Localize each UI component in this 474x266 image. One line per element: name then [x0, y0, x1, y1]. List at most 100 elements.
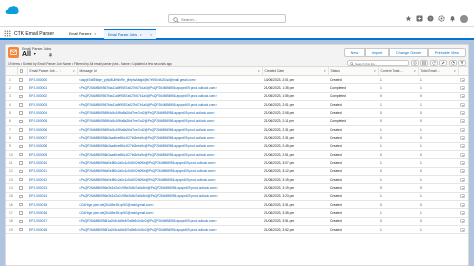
chevron-down-icon[interactable]: ▾ [374, 69, 375, 73]
record-name-link[interactable]: EPJ-000003 [27, 100, 77, 110]
row-actions-menu-icon[interactable] [460, 77, 465, 82]
row-checkbox[interactable] [19, 136, 23, 140]
row-actions-cell[interactable] [458, 158, 468, 168]
row-actions-cell[interactable] [458, 133, 468, 143]
row-actions-menu-icon[interactable] [460, 136, 465, 141]
row-checkbox[interactable] [19, 111, 23, 115]
row-checkbox[interactable] [19, 194, 23, 199]
close-icon[interactable]: × [150, 33, 152, 37]
record-name-link[interactable]: EPJ-000009 [27, 150, 77, 160]
row-select-cell[interactable] [17, 100, 27, 110]
settings-icon[interactable] [438, 15, 445, 22]
chevron-down-icon[interactable]: ▾ [414, 69, 415, 73]
row-actions-cell[interactable] [458, 83, 468, 93]
row-actions-cell[interactable] [458, 217, 468, 226]
change-owner-button[interactable]: Change Owner [388, 48, 429, 57]
filters-button[interactable] [458, 59, 466, 66]
row-select-cell[interactable] [17, 158, 27, 168]
record-name-link[interactable]: EPJ-000000 [27, 75, 77, 85]
record-name-link[interactable]: EPJ-000010 [27, 158, 77, 168]
col-email-parser-job-name[interactable]: Email Parser Job ...↑ ▾ [27, 67, 78, 76]
row-select-cell[interactable] [17, 192, 27, 201]
global-search-input[interactable]: Search... [168, 14, 286, 23]
tab-email-parsers[interactable]: Email Parsers ▾ [65, 29, 101, 39]
row-select-cell[interactable] [17, 150, 27, 160]
avatar[interactable] [460, 14, 468, 23]
row-select-cell[interactable] [17, 117, 27, 126]
app-launcher-icon[interactable] [4, 30, 11, 37]
cloud-logo-icon[interactable] [5, 5, 19, 15]
chevron-down-icon[interactable]: ▾ [258, 69, 259, 73]
row-checkbox[interactable] [19, 169, 23, 174]
row-actions-cell[interactable] [458, 92, 468, 102]
row-actions-menu-icon[interactable] [460, 127, 465, 132]
record-name-link[interactable]: EPJ-000001 [27, 83, 77, 93]
record-name-link[interactable]: EPJ-000004 [27, 108, 77, 118]
record-name-link[interactable]: EPJ-000006 [27, 125, 77, 135]
row-actions-menu-icon[interactable] [460, 185, 465, 190]
import-button[interactable]: Import [364, 48, 390, 57]
row-actions-menu-icon[interactable] [460, 202, 465, 207]
row-actions-cell[interactable] [458, 75, 468, 85]
record-name-link[interactable]: EPJ-000018 [27, 225, 77, 235]
row-select-cell[interactable] [17, 225, 27, 235]
row-actions-cell[interactable] [458, 183, 468, 193]
row-actions-cell[interactable] [458, 125, 468, 135]
help-icon[interactable]: ? [427, 15, 434, 22]
row-actions-cell[interactable] [458, 192, 468, 201]
notifications-icon[interactable] [449, 15, 456, 22]
tab-email-parser-jobs[interactable]: Email Parser Jobs ▾ × [104, 29, 156, 39]
row-actions-menu-icon[interactable] [460, 86, 465, 91]
row-select-cell[interactable] [17, 217, 27, 226]
row-actions-menu-icon[interactable] [460, 152, 465, 157]
row-actions-menu-icon[interactable] [460, 210, 465, 215]
chevron-down-icon[interactable]: ▾ [324, 69, 325, 73]
row-select-cell[interactable] [17, 75, 27, 85]
row-checkbox[interactable] [19, 177, 23, 182]
row-checkbox[interactable] [19, 202, 23, 207]
row-actions-menu-icon[interactable] [460, 161, 465, 165]
edit-list-button[interactable] [439, 59, 447, 66]
pin-icon[interactable] [48, 53, 53, 58]
row-checkbox[interactable] [19, 94, 23, 99]
row-select-cell[interactable] [17, 167, 27, 176]
row-select-cell[interactable] [17, 208, 27, 218]
row-actions-menu-icon[interactable] [460, 177, 465, 182]
row-select-cell[interactable] [17, 183, 27, 193]
row-actions-cell[interactable] [458, 150, 468, 160]
row-actions-menu-icon[interactable] [460, 219, 465, 224]
add-icon[interactable] [416, 15, 423, 22]
row-select-cell[interactable] [17, 142, 27, 151]
col-status[interactable]: Status ▾ [328, 67, 379, 76]
row-actions-menu-icon[interactable] [460, 102, 465, 107]
record-name-link[interactable]: EPJ-000008 [27, 142, 77, 151]
row-checkbox[interactable] [19, 86, 23, 90]
row-checkbox[interactable] [19, 78, 23, 82]
row-actions-cell[interactable] [458, 208, 468, 218]
row-actions-menu-icon[interactable] [460, 169, 465, 174]
row-select-cell[interactable] [17, 133, 27, 143]
new-button[interactable]: New [343, 48, 366, 57]
row-actions-menu-icon[interactable] [460, 227, 465, 232]
row-checkbox[interactable] [19, 211, 23, 215]
row-checkbox[interactable] [19, 119, 23, 124]
col-created-date[interactable]: Created Date ▾ [262, 67, 329, 76]
select-all-checkbox[interactable] [19, 69, 23, 73]
col-total-email[interactable]: Total Email ... ▾ [418, 67, 459, 76]
row-actions-cell[interactable] [458, 225, 468, 235]
row-select-cell[interactable] [17, 108, 27, 118]
record-name-link[interactable]: EPJ-000007 [27, 133, 77, 143]
row-select-cell[interactable] [17, 92, 27, 102]
record-name-link[interactable]: EPJ-000014 [27, 192, 77, 201]
list-view-selector[interactable]: All ▼ [22, 51, 36, 58]
row-select-cell[interactable] [17, 200, 27, 210]
col-current-total[interactable]: Current Total ... ▾ [378, 67, 419, 76]
record-name-link[interactable]: EPJ-000011 [27, 167, 77, 176]
row-checkbox[interactable] [19, 103, 23, 107]
row-checkbox[interactable] [19, 152, 23, 157]
list-view-controls-button[interactable] [410, 59, 419, 66]
chevron-down-icon[interactable]: ▾ [140, 33, 142, 37]
row-actions-menu-icon[interactable] [460, 144, 465, 149]
printable-view-button[interactable]: Printable View [427, 48, 466, 57]
record-name-link[interactable]: EPJ-000005 [27, 117, 77, 126]
